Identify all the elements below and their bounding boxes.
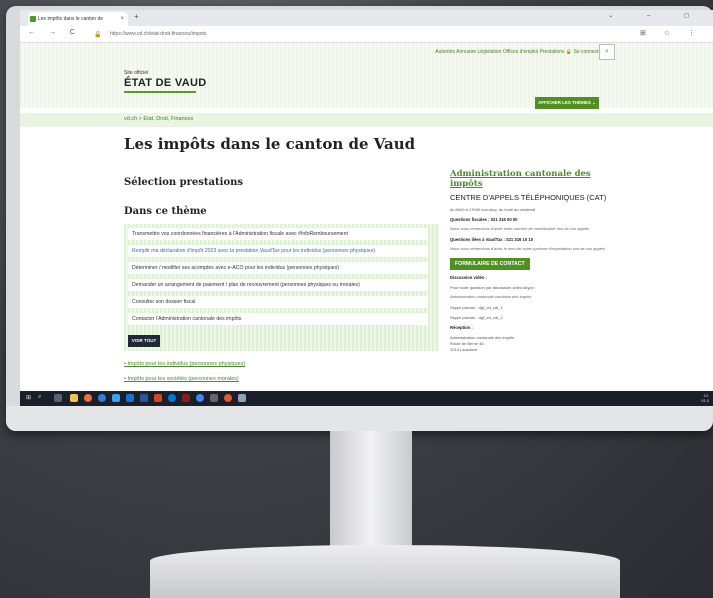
discussion-label: Discussion vidéo : (450, 275, 487, 280)
monitor-stand-neck (330, 431, 412, 551)
fiscal-note: Nous vous remercions d'avoir votre numér… (450, 226, 590, 231)
taskbar-clock[interactable]: 12: 01.0 (701, 393, 709, 403)
clock-date: 01.0 (701, 398, 709, 403)
sidebar-subtitle: CENTRE D'APPELS TÉLÉPHONIQUES (CAT) (450, 193, 607, 202)
start-icon[interactable]: ⊞ (26, 394, 31, 401)
address-bar: ← → C 🔒 https://www.vd.ch/etat-droit-fin… (20, 26, 713, 43)
theme-item[interactable]: Contacter l'Administration cantonale des… (128, 313, 428, 325)
voir-tout-button[interactable]: VOIR TOUT (128, 335, 160, 347)
browser-tabbar: Les impôts dans le canton de × + ⌄ – ◻ (20, 10, 713, 26)
teams-icon[interactable] (168, 394, 176, 402)
lock-icon: 🔒 (94, 32, 102, 38)
theme-heading: Dans ce thème (124, 206, 207, 217)
task-view-icon[interactable] (54, 394, 62, 402)
top-links[interactable]: Autorités Annuaire Législation Offices d… (435, 49, 603, 55)
tab-title: Les impôts dans le canton de (38, 16, 104, 22)
taskbar: ⊞ ⌕ 12: 01.0 (20, 391, 713, 406)
search-icon[interactable]: ⌕ (599, 44, 615, 60)
file-explorer-icon[interactable] (70, 394, 78, 402)
sidebar-title[interactable]: Administration cantonale des impôts (450, 169, 610, 189)
monitor-stand-base (150, 545, 620, 598)
bullet-link-label: Impôts pour les sociétés (personnes mora… (127, 376, 239, 382)
url-field[interactable]: 🔒 https://www.vd.ch/etat-droit-finances/… (90, 29, 610, 39)
fiscal-questions: Questions fiscales : 021 316 00 00 (450, 217, 518, 222)
theme-item[interactable]: Demander un arrangement de paiement / pl… (128, 279, 428, 291)
bullet-link-label: Impôts pour les individus (personnes phy… (127, 361, 246, 367)
edge-icon[interactable] (98, 394, 106, 402)
show-themes-button[interactable]: AFFICHER LES THÈMES ⌄ (535, 97, 599, 109)
address-line-1: Administration cantonale des impôts (450, 335, 515, 340)
bullet-link[interactable]: • Impôts pour les sociétés (personnes mo… (124, 376, 239, 382)
url-text: https://www.vd.ch/etat-droit-finances/im… (110, 31, 207, 37)
theme-item[interactable]: Transmettre vos coordonnées financières … (128, 228, 428, 240)
skype-1: Skype pseudo : dgf_vd_cat_1 (450, 305, 503, 310)
theme-list: Transmettre vos coordonnées financières … (124, 224, 439, 351)
photos-icon[interactable] (238, 394, 246, 402)
theme-item[interactable]: Consulter son dossier fiscal (128, 296, 428, 308)
logo-underline (124, 91, 196, 93)
firefox-icon[interactable] (84, 394, 92, 402)
acrobat-icon[interactable] (182, 394, 190, 402)
vaudtax-note: Nous vous remercions d'avoir le nom de v… (450, 246, 605, 251)
address-line-3: 1014 Lausanne (450, 347, 478, 352)
address-line-2: Route de Berne 46 (450, 341, 484, 346)
theme-item[interactable]: Remplir ma déclaration d'impôt 2023 avec… (128, 245, 428, 257)
contact-sidebar: Administration cantonale des impôts CENT… (450, 169, 610, 352)
mail-icon[interactable] (126, 394, 134, 402)
discussion-note: Pour toute question par discussion vidéo… (450, 285, 537, 290)
app-icon[interactable] (210, 394, 218, 402)
logo[interactable]: ÉTAT DE VAUD (124, 77, 206, 89)
monitor-chin (6, 406, 713, 431)
bullet-link[interactable]: • Impôts pour les individus (personnes p… (124, 361, 245, 367)
new-tab-button[interactable]: + (134, 12, 139, 21)
screen: Les impôts dans le canton de × + ⌄ – ◻ ←… (20, 10, 713, 406)
favicon-icon (30, 16, 36, 22)
store-icon[interactable] (112, 394, 120, 402)
breadcrumb[interactable]: vd.ch > État, Droit, Finances (124, 116, 193, 122)
powerpoint-icon[interactable] (154, 394, 162, 402)
sidebar-hours: du 8h00 à 17h00 non-stop, du lundi au ve… (450, 207, 535, 212)
browser-tab[interactable]: Les impôts dans le canton de × (28, 12, 128, 26)
search-taskbar-icon[interactable]: ⌕ (38, 394, 41, 401)
toolbar-icons[interactable]: ⊞ ☆ ⋮ (640, 29, 703, 37)
chrome-icon[interactable] (196, 394, 204, 402)
site-official-label: Site officiel (124, 70, 149, 76)
contact-form-button[interactable]: FORMULAIRE DE CONTACT (450, 258, 530, 270)
nav-buttons[interactable]: ← → C (28, 29, 81, 36)
skype-2: Skype pseudo : dgf_vd_cat_2 (450, 315, 503, 320)
theme-item[interactable]: Déterminer / modifier ses acomptes avec … (128, 262, 428, 274)
word-icon[interactable] (140, 394, 148, 402)
close-tab-icon[interactable]: × (120, 12, 124, 26)
firefox-active-icon[interactable] (224, 394, 232, 402)
web-page: Autorités Annuaire Législation Offices d… (20, 43, 713, 391)
admin-italic: Administration cantonale vaudoise des im… (450, 294, 532, 299)
page-title: Les impôts dans le canton de Vaud (124, 135, 416, 153)
reception-label: Réception : (450, 325, 473, 330)
vaudtax-questions: Questions liées à VaudTax : 021 316 10 1… (450, 237, 534, 242)
window-controls[interactable]: ⌄ – ◻ (608, 12, 705, 19)
selection-heading: Sélection prestations (124, 177, 244, 188)
